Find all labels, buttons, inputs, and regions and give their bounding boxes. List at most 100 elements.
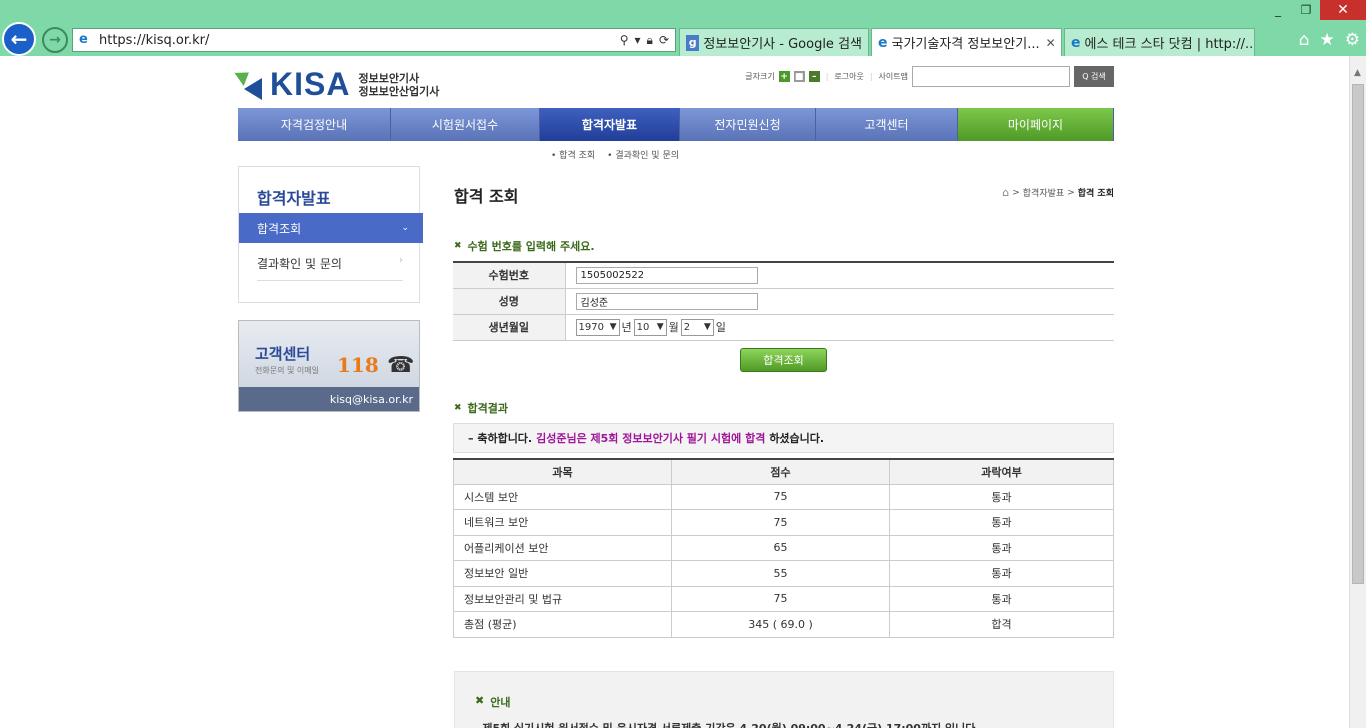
day-unit: 일 bbox=[715, 321, 726, 334]
lock-icon[interactable]: 🔒︎ bbox=[647, 33, 653, 48]
tab-kisq[interactable]: e 국가기술자격 정보보안기... ✕ bbox=[871, 28, 1062, 56]
dropdown-icon[interactable]: ▾ bbox=[635, 33, 641, 48]
table-row-total: 총점 (평균) 345 ( 69.0 ) 합격 bbox=[453, 611, 1114, 638]
site-search-button[interactable]: Q 검색 bbox=[1074, 66, 1114, 87]
lnb-title: 합격자발표 bbox=[257, 189, 331, 208]
cell-score: 65 bbox=[671, 534, 890, 561]
global-nav: 자격검정안내 시험원서접수 합격자발표 전자민원신청 고객센터 마이페이지 bbox=[238, 108, 1114, 141]
subnav-result-inquiry[interactable]: • 결과확인 및 문의 bbox=[607, 148, 679, 161]
form-section-label: 수험 번호를 입력해 주세요. bbox=[467, 240, 595, 253]
home-icon[interactable]: ⌂ bbox=[1299, 30, 1310, 50]
forward-button[interactable]: → bbox=[42, 27, 68, 53]
birth-month-select[interactable]: 10 ▼ bbox=[633, 318, 667, 336]
cell-score: 55 bbox=[671, 560, 890, 587]
cell-subject: 총점 (평균) bbox=[453, 611, 672, 638]
scroll-up-icon[interactable]: ▲ bbox=[1354, 68, 1361, 78]
table-row: 정보보안 일반 55 통과 bbox=[453, 560, 1114, 587]
table-header-row: 과목 점수 과락여부 bbox=[453, 458, 1114, 485]
lnb-item-label: 결과확인 및 문의 bbox=[257, 257, 342, 271]
ie-icon: e bbox=[1071, 34, 1081, 51]
result-section-label: 합격결과 bbox=[467, 402, 509, 415]
gnb-item-customer-center[interactable]: 고객센터 bbox=[816, 108, 958, 141]
font-reset-icon[interactable]: ■ bbox=[793, 71, 805, 82]
cell-score: 75 bbox=[671, 483, 890, 510]
minimize-button[interactable]: _ bbox=[1264, 0, 1292, 20]
tab-label: 에스 테크 스타 닷컴 | http://... bbox=[1084, 37, 1255, 52]
settings-gear-icon[interactable]: ⚙ bbox=[1345, 30, 1360, 50]
arrow-left-icon: ← bbox=[10, 27, 28, 51]
form-section-title: ✖ 수험 번호를 입력해 주세요. bbox=[454, 238, 595, 254]
cs-number: 118 bbox=[337, 353, 379, 377]
name-label: 성명 bbox=[453, 288, 566, 315]
cell-score: 75 bbox=[671, 585, 890, 612]
scrollbar-thumb[interactable] bbox=[1352, 84, 1364, 584]
bullet-icon: ✖ bbox=[454, 403, 462, 413]
restore-button[interactable]: ❐ bbox=[1292, 0, 1320, 20]
back-button[interactable]: ← bbox=[2, 22, 36, 56]
congrats-suffix: 하셨습니다. bbox=[769, 432, 825, 445]
gnb-item-results[interactable]: 합격자발표 bbox=[540, 108, 680, 141]
tab-label: 국가기술자격 정보보안기... bbox=[891, 37, 1040, 52]
refresh-icon[interactable]: ⟳ bbox=[659, 33, 669, 48]
year-unit: 년 bbox=[621, 321, 632, 334]
kisa-logo[interactable]: KISA 정보보안기사 정보보안산업기사 bbox=[234, 65, 439, 103]
sitemap-link[interactable]: 사이트맵 bbox=[879, 71, 908, 82]
breadcrumb-item[interactable]: 합격자발표 bbox=[1023, 186, 1064, 199]
left-nav: 합격자발표 합격조회 ⌄ 결과확인 및 문의 › bbox=[238, 166, 423, 303]
address-tools: ⚲ ▾ 🔒︎ ⟳ bbox=[620, 33, 669, 48]
ie-icon: e bbox=[79, 32, 88, 47]
tab-google-search[interactable]: g 정보보안기사 - Google 검색 bbox=[679, 28, 869, 56]
sub-nav: • 합격 조회 • 결과확인 및 문의 bbox=[551, 148, 679, 161]
page-viewport: KISA 정보보안기사 정보보안산업기사 글자크기 + ■ – | 로그아웃 |… bbox=[0, 56, 1349, 728]
bullet-icon: ✖ bbox=[454, 241, 462, 251]
cell-status: 통과 bbox=[889, 509, 1114, 536]
address-url[interactable]: https://kisq.or.kr/ bbox=[99, 33, 620, 48]
birth-label: 생년월일 bbox=[453, 314, 566, 341]
month-unit: 월 bbox=[668, 321, 679, 334]
home-icon[interactable]: ⌂ bbox=[1002, 186, 1009, 199]
address-bar[interactable]: e https://kisq.or.kr/ ⚲ ▾ 🔒︎ ⟳ bbox=[72, 28, 676, 52]
gnb-item-application[interactable]: 시험원서접수 bbox=[391, 108, 540, 141]
lnb-item-pass-lookup[interactable]: 합격조회 ⌄ bbox=[239, 213, 423, 243]
chevron-down-icon: ▼ bbox=[656, 322, 664, 332]
pass-lookup-button[interactable]: 합격조회 bbox=[740, 348, 827, 372]
site-search-input[interactable] bbox=[912, 66, 1070, 87]
subnav-pass-lookup[interactable]: • 합격 조회 bbox=[551, 148, 595, 161]
table-row: 네트워크 보안 75 통과 bbox=[453, 509, 1114, 536]
bullet-icon: ✖ bbox=[475, 694, 485, 707]
chevron-down-icon: ▼ bbox=[609, 322, 617, 332]
tab-label: 정보보안기사 - Google 검색 bbox=[703, 37, 862, 52]
close-tab-icon[interactable]: ✕ bbox=[1046, 36, 1056, 50]
gnb-item-civil-service[interactable]: 전자민원신청 bbox=[680, 108, 816, 141]
font-decrease-icon[interactable]: – bbox=[808, 71, 820, 82]
close-window-button[interactable]: ✕ bbox=[1320, 0, 1366, 20]
birth-day-select[interactable]: 2 ▼ bbox=[680, 318, 714, 336]
customer-center-banner[interactable]: 고객센터 전화문의 및 이메일 118 ☎ kisq@kisa.or.kr bbox=[238, 320, 420, 412]
cell-status: 통과 bbox=[889, 534, 1114, 561]
cell-score: 345 ( 69.0 ) bbox=[671, 611, 890, 638]
birth-year-select[interactable]: 1970 ▼ bbox=[575, 318, 620, 336]
lnb-item-result-inquiry[interactable]: 결과확인 및 문의 › bbox=[257, 255, 403, 281]
exam-no-input[interactable]: 1505002522 bbox=[575, 266, 758, 284]
logout-link[interactable]: 로그아웃 bbox=[834, 71, 863, 82]
notice-text: – 제5회 실기시험 원서접수 및 응시자격 서류제출 기간은 4.20(월) … bbox=[473, 720, 980, 728]
gnb-item-exam-info[interactable]: 자격검정안내 bbox=[238, 108, 391, 141]
tab-estechstar[interactable]: e 에스 테크 스타 닷컴 | http://... bbox=[1064, 28, 1255, 56]
font-increase-icon[interactable]: + bbox=[778, 71, 790, 82]
cell-subject: 정보보안 일반 bbox=[453, 560, 672, 587]
congrats-prefix: – 축하합니다. bbox=[468, 432, 533, 445]
cs-title: 고객센터 bbox=[255, 345, 311, 363]
name-input[interactable]: 김성준 bbox=[575, 292, 758, 310]
window-controls: _ ❐ ✕ bbox=[1264, 0, 1366, 20]
col-status: 과락여부 bbox=[889, 458, 1114, 485]
divider: | bbox=[825, 72, 829, 81]
vertical-scrollbar[interactable]: ▲ bbox=[1349, 56, 1366, 728]
font-size-label: 글자크기 bbox=[745, 72, 775, 81]
breadcrumb: ⌂ > 합격자발표 > 합격 조회 bbox=[1002, 186, 1114, 199]
cs-desc: 전화문의 및 이메일 bbox=[255, 366, 319, 375]
cell-subject: 시스템 보안 bbox=[453, 483, 672, 510]
page-title: 합격 조회 bbox=[454, 187, 519, 206]
search-icon[interactable]: ⚲ bbox=[620, 33, 629, 48]
favorites-icon[interactable]: ★ bbox=[1320, 30, 1335, 50]
gnb-item-mypage[interactable]: 마이페이지 bbox=[958, 108, 1114, 141]
